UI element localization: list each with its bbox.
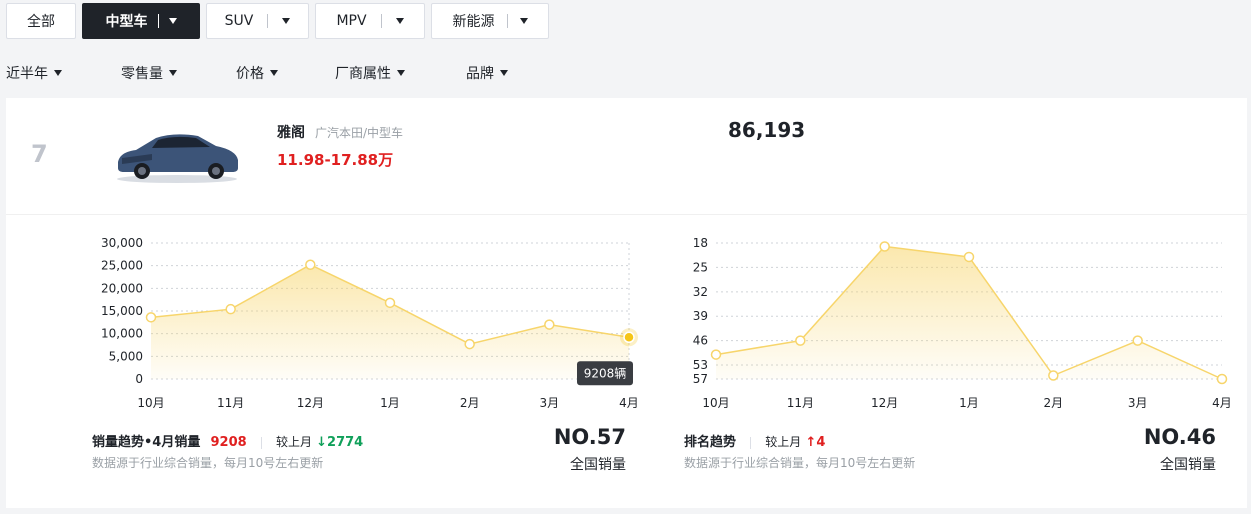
x-tick-label: 11月 <box>787 396 814 410</box>
y-tick-label: 30,000 <box>101 236 143 250</box>
sales-data-note: 数据源于行业综合销量，每月10号左右更新 <box>92 456 324 470</box>
chevron-down-icon <box>270 70 278 76</box>
rank-national-rank: NO.46 <box>1143 425 1216 449</box>
sales-national-rank-label: 全国销量 <box>570 457 626 473</box>
x-tick-label: 2月 <box>460 396 480 410</box>
sales-trend-title: 销量趋势•4月销量 <box>92 435 201 450</box>
data-point <box>1216 373 1228 385</box>
y-tick-label: 10,000 <box>101 327 143 341</box>
data-point <box>963 251 975 263</box>
data-point <box>795 335 806 346</box>
y-tick-label: 20,000 <box>101 281 143 295</box>
x-tick-label: 12月 <box>297 396 324 410</box>
y-tick-label: 25,000 <box>101 259 143 273</box>
rank-data-note: 数据源于行业综合销量，每月10号左右更新 <box>684 456 916 470</box>
chevron-down-icon <box>168 18 177 24</box>
data-point <box>710 349 722 360</box>
arrow-up-icon: ↑ <box>805 435 817 450</box>
x-tick-label: 4月 <box>1212 396 1232 410</box>
data-point <box>145 312 157 323</box>
chevron-down-icon <box>500 70 508 76</box>
car-manufacturer-category: 广汽本田/中型车 <box>315 126 404 140</box>
tab-all[interactable]: 全部 <box>6 3 76 39</box>
sales-month-value: 9208 <box>210 435 247 450</box>
category-tabs: 全部 中型车 SUV MPV 新能源 <box>6 3 549 39</box>
data-point <box>1048 370 1059 381</box>
sales-delta: 2774 <box>327 435 364 450</box>
rank-number: 7 <box>31 140 48 168</box>
car-summary[interactable]: 7 雅阁 广汽本田/中型车 11.98-17.88万 86,193 <box>6 98 1247 214</box>
x-tick-label: 2月 <box>1044 396 1064 410</box>
car-price: 11.98-17.88万 <box>277 151 394 169</box>
data-point <box>464 338 475 350</box>
chevron-down-icon <box>169 70 177 76</box>
sales-national-rank: NO.57 <box>553 425 626 449</box>
rank-trend-title: 排名趋势 <box>684 435 737 450</box>
x-tick-label: 12月 <box>871 396 898 410</box>
y-tick-label: 0 <box>135 372 143 386</box>
rank-delta: 4 <box>816 435 826 450</box>
sales-trend-summary: 销量趋势•4月销量 9208 较上月 ↓2774 <box>92 431 363 450</box>
y-tick-label: 5,000 <box>109 349 143 363</box>
data-point <box>305 259 316 271</box>
total-sales: 86,193 <box>728 118 806 142</box>
series-area <box>151 264 629 379</box>
y-tick-label: 53 <box>693 358 708 372</box>
chevron-down-icon <box>519 18 528 24</box>
y-tick-label: 39 <box>693 309 708 323</box>
filter-metric[interactable]: 零售量 <box>121 63 177 83</box>
y-tick-label: 57 <box>693 372 708 386</box>
data-point <box>544 319 555 330</box>
sales-trend-chart[interactable]: 0 5,000 10,000 15,000 20,000 25,000 30,000 10月 1… <box>66 215 666 415</box>
tab-midsize[interactable]: 中型车 <box>82 3 200 39</box>
car-name[interactable]: 雅阁 <box>277 122 305 142</box>
compare-label: 较上月 <box>765 435 802 449</box>
chevron-down-icon <box>395 18 404 24</box>
filter-price[interactable]: 价格 <box>236 63 278 83</box>
filter-manufacturer[interactable]: 厂商属性 <box>335 63 405 83</box>
data-point <box>384 297 396 309</box>
tab-new-energy[interactable]: 新能源 <box>431 3 549 39</box>
tab-mpv[interactable]: MPV <box>315 3 425 39</box>
x-tick-label: 1月 <box>959 396 979 410</box>
chevron-down-icon <box>397 70 405 76</box>
tab-suv[interactable]: SUV <box>206 3 309 39</box>
filter-period[interactable]: 近半年 <box>6 63 62 83</box>
x-tick-label: 3月 <box>1128 396 1148 410</box>
y-tick-label: 32 <box>693 285 708 299</box>
y-tick-label: 18 <box>693 236 708 250</box>
rank-trend-summary: 排名趋势 较上月 ↑4 <box>684 431 825 450</box>
series-area <box>716 246 1222 379</box>
x-tick-label: 1月 <box>380 396 400 410</box>
filter-brand[interactable]: 品牌 <box>466 63 508 83</box>
data-point <box>623 331 635 344</box>
car-rank-card: 7 雅阁 广汽本田/中型车 11.98-17.88万 86,193 0 5,000… <box>6 98 1247 508</box>
y-tick-label: 25 <box>693 260 708 274</box>
x-tick-label: 3月 <box>540 396 560 410</box>
x-tick-label: 4月 <box>619 396 639 410</box>
tooltip-text: 9208辆 <box>584 366 627 380</box>
data-point <box>879 241 890 252</box>
rank-national-rank-label: 全国销量 <box>1160 457 1216 473</box>
data-point <box>225 303 236 315</box>
x-tick-label: 10月 <box>137 396 164 410</box>
car-image[interactable] <box>112 124 242 184</box>
chevron-down-icon <box>282 18 291 24</box>
arrow-down-icon: ↓ <box>316 435 328 450</box>
y-tick-label: 15,000 <box>101 304 143 318</box>
rank-trend-chart[interactable]: 18 25 32 39 46 5357 10月 11月 12月 1月 2月 3月 4月 <box>666 215 1246 415</box>
x-tick-label: 10月 <box>702 396 729 410</box>
trend-panels: 0 5,000 10,000 15,000 20,000 25,000 30,000 10月 1… <box>6 214 1247 508</box>
compare-label: 较上月 <box>275 435 312 449</box>
chevron-down-icon <box>54 70 62 76</box>
data-point <box>1132 335 1143 346</box>
x-tick-label: 11月 <box>217 396 244 410</box>
y-tick-label: 46 <box>693 334 708 348</box>
